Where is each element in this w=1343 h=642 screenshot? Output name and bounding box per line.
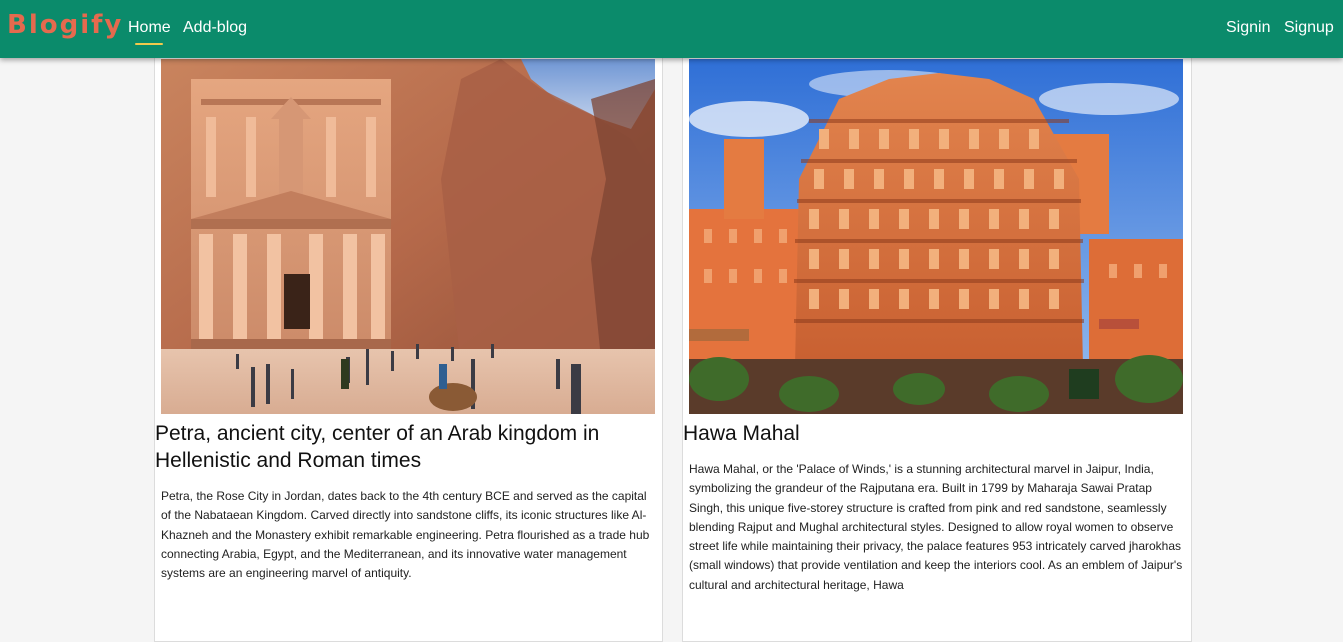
- blog-body: Petra, the Rose City in Jordan, dates ba…: [161, 489, 650, 581]
- navbar: Blogify Home Add-blog Signin Signup: [0, 0, 1343, 58]
- blog-body: Hawa Mahal, or the 'Palace of Winds,' is…: [689, 462, 1183, 592]
- blog-title[interactable]: Hawa Mahal: [683, 420, 1183, 447]
- blog-title[interactable]: Petra, ancient city, center of an Arab k…: [155, 420, 655, 474]
- blog-card-image[interactable]: [689, 59, 1183, 414]
- nav-add-blog-link[interactable]: Add-blog: [183, 19, 247, 37]
- active-nav-indicator: [135, 43, 163, 45]
- blog-card[interactable]: Hawa Mahal Hawa Mahal, or the 'Palace of…: [682, 40, 1192, 642]
- hawa-mahal-photo: [689, 59, 1183, 414]
- signup-link[interactable]: Signup: [1284, 19, 1334, 37]
- blog-card[interactable]: Petra, ancient city, center of an Arab k…: [154, 40, 663, 642]
- nav-home-link[interactable]: Home: [128, 19, 171, 37]
- signin-link[interactable]: Signin: [1226, 19, 1270, 37]
- blog-card-image[interactable]: [161, 59, 655, 414]
- petra-treasury-photo: [161, 59, 655, 414]
- brand-logo[interactable]: Blogify: [7, 10, 123, 40]
